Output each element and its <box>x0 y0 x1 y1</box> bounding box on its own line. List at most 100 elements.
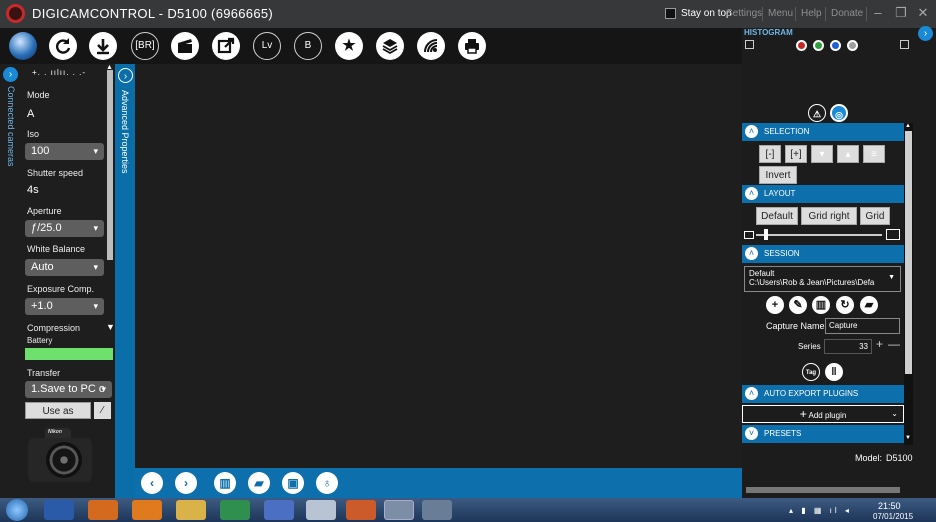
maximize-button[interactable]: ❐ <box>893 5 909 21</box>
layers-button[interactable] <box>376 32 404 60</box>
edit-session-button[interactable]: ✎ <box>789 296 807 314</box>
app3-taskbar-icon[interactable] <box>422 500 452 520</box>
barcode-icon[interactable]: ‖ <box>825 363 843 381</box>
scroll-up-icon[interactable]: ▲ <box>106 64 113 71</box>
warning-icon[interactable]: ⚠ <box>808 104 826 122</box>
aperture-select[interactable]: ƒ/25.0 <box>25 220 104 237</box>
liveview-button[interactable]: Lv <box>253 32 281 60</box>
menu-link[interactable]: Menu <box>768 8 793 19</box>
download-button[interactable] <box>89 32 117 60</box>
layout-default-button[interactable]: Default <box>756 207 798 225</box>
red-channel-toggle[interactable] <box>796 40 807 51</box>
firefox-taskbar-icon[interactable] <box>88 500 118 520</box>
start-button[interactable] <box>6 499 28 521</box>
presets-section-header[interactable]: ˅ PRESETS <box>742 425 904 443</box>
right-panel-scrollbar[interactable]: ▲ ▼ <box>904 123 913 445</box>
select-none-button[interactable]: [-] <box>759 145 781 163</box>
system-tray-icons[interactable]: ▴ ▮ ▦ ıl ◂ <box>789 506 852 515</box>
histogram-checkbox-right[interactable] <box>900 40 909 49</box>
left-panel-scrollbar[interactable] <box>107 70 113 260</box>
layout-grid-right-button[interactable]: Grid right <box>801 207 857 225</box>
histogram-checkbox-left[interactable] <box>745 40 754 49</box>
astro-button[interactable]: ★ <box>335 32 363 60</box>
iso-select[interactable]: 100 <box>25 143 104 160</box>
capture-button[interactable] <box>9 32 37 60</box>
refresh-button[interactable] <box>49 32 77 60</box>
stay-on-top-checkbox[interactable] <box>665 8 676 19</box>
layout-grid-button[interactable]: Grid <box>860 207 890 225</box>
previous-button[interactable]: ‹ <box>141 472 163 494</box>
thumbnail-size-slider[interactable] <box>756 234 882 236</box>
scroll-up-icon[interactable]: ▲ <box>905 123 911 129</box>
visio-taskbar-icon[interactable] <box>264 500 294 520</box>
delete-session-button[interactable]: ▥ <box>812 296 830 314</box>
transfer-select[interactable]: 1.Save to PC o <box>25 381 112 398</box>
thumbs-up-icon[interactable]: ▴ <box>837 145 859 163</box>
white-balance-select[interactable]: Auto <box>25 259 104 276</box>
image-preview-area[interactable] <box>135 64 742 468</box>
delete-button[interactable]: ▥ <box>214 472 236 494</box>
shutter-label: Shutter speed <box>27 168 84 178</box>
scroll-thumb[interactable] <box>905 131 912 374</box>
tag-button[interactable]: Tag <box>802 363 820 381</box>
progress-bar <box>746 487 900 493</box>
open-folder-button[interactable]: ▰ <box>248 472 270 494</box>
selection-section-header[interactable]: ˄ SELECTION <box>742 123 904 141</box>
scroll-down-icon[interactable]: ▼ <box>905 435 911 441</box>
advanced-properties-tab[interactable]: › Advanced Properties <box>115 64 135 498</box>
wand-icon[interactable]: ⁄ <box>94 402 111 419</box>
explorer-taskbar-icon[interactable] <box>176 500 206 520</box>
series-decrement-button[interactable]: — <box>888 337 900 351</box>
series-input[interactable]: 33 <box>824 339 872 354</box>
donate-link[interactable]: Donate <box>831 8 863 19</box>
open-window-button[interactable] <box>212 32 240 60</box>
movie-button[interactable] <box>171 32 199 60</box>
green-channel-toggle[interactable] <box>813 40 824 51</box>
add-session-button[interactable]: + <box>766 296 784 314</box>
auto-export-label: AUTO EXPORT PLUGINS <box>764 389 859 398</box>
bulb-button[interactable]: B <box>294 32 322 60</box>
app-taskbar-icon[interactable] <box>306 500 336 520</box>
chevron-up-icon: ˄ <box>745 125 758 138</box>
luminance-channel-toggle[interactable] <box>847 40 858 51</box>
focus-target-icon[interactable]: ◎ <box>830 104 848 122</box>
gallery-button[interactable]: ▣ <box>282 472 304 494</box>
select-all-button[interactable]: [+] <box>785 145 807 163</box>
wireless-button[interactable] <box>417 32 445 60</box>
app2-taskbar-icon[interactable] <box>346 500 376 520</box>
session-select[interactable]: Default C:\Users\Rob & Jean\Pictures\Def… <box>744 266 901 292</box>
capture-name-input[interactable]: Capture <box>825 318 900 334</box>
layers-icon[interactable]: ≡ <box>863 145 885 163</box>
image-icon: ▣ <box>287 476 299 490</box>
series-increment-button[interactable]: + <box>876 337 883 351</box>
exposure-comp-select[interactable]: +1.0 <box>25 298 104 315</box>
bracketing-button[interactable]: [BR] <box>131 32 159 60</box>
minimize-button[interactable]: – <box>870 5 886 21</box>
invert-button[interactable]: Invert <box>759 166 797 184</box>
collapse-right-icon[interactable]: › <box>918 26 933 41</box>
print-preview-button[interactable]: ♁ <box>316 472 338 494</box>
close-button[interactable]: ✕ <box>915 5 931 21</box>
blue-channel-toggle[interactable] <box>830 40 841 51</box>
refresh-session-button[interactable]: ↻ <box>836 296 854 314</box>
next-button[interactable]: › <box>175 472 197 494</box>
auto-export-section-header[interactable]: ˄ AUTO EXPORT PLUGINS <box>742 385 904 403</box>
add-plugin-select[interactable]: + Add plugin ⌄ <box>742 405 904 423</box>
compression-expand-icon[interactable]: ▼ <box>106 322 115 332</box>
office-taskbar-icon[interactable] <box>132 500 162 520</box>
thumbs-down-icon[interactable]: ▾ <box>811 145 833 163</box>
open-session-folder-button[interactable]: ▰ <box>860 296 878 314</box>
word-taskbar-icon[interactable] <box>44 500 74 520</box>
help-link[interactable]: Help <box>801 8 822 19</box>
connected-cameras-tab[interactable]: › Connected cameras <box>0 64 22 167</box>
settings-link[interactable]: Settings <box>726 8 762 19</box>
slider-thumb[interactable] <box>764 229 768 240</box>
digicamcontrol-taskbar-icon[interactable] <box>384 500 414 520</box>
layout-section-header[interactable]: ˄ LAYOUT <box>742 185 904 203</box>
excel-taskbar-icon[interactable] <box>220 500 250 520</box>
print-button[interactable] <box>458 32 486 60</box>
shutter-value: 4s <box>27 184 39 196</box>
use-as-master-button[interactable]: Use as master <box>25 402 91 434</box>
presets-label: PRESETS <box>764 429 802 438</box>
session-section-header[interactable]: ˄ SESSION <box>742 245 904 263</box>
